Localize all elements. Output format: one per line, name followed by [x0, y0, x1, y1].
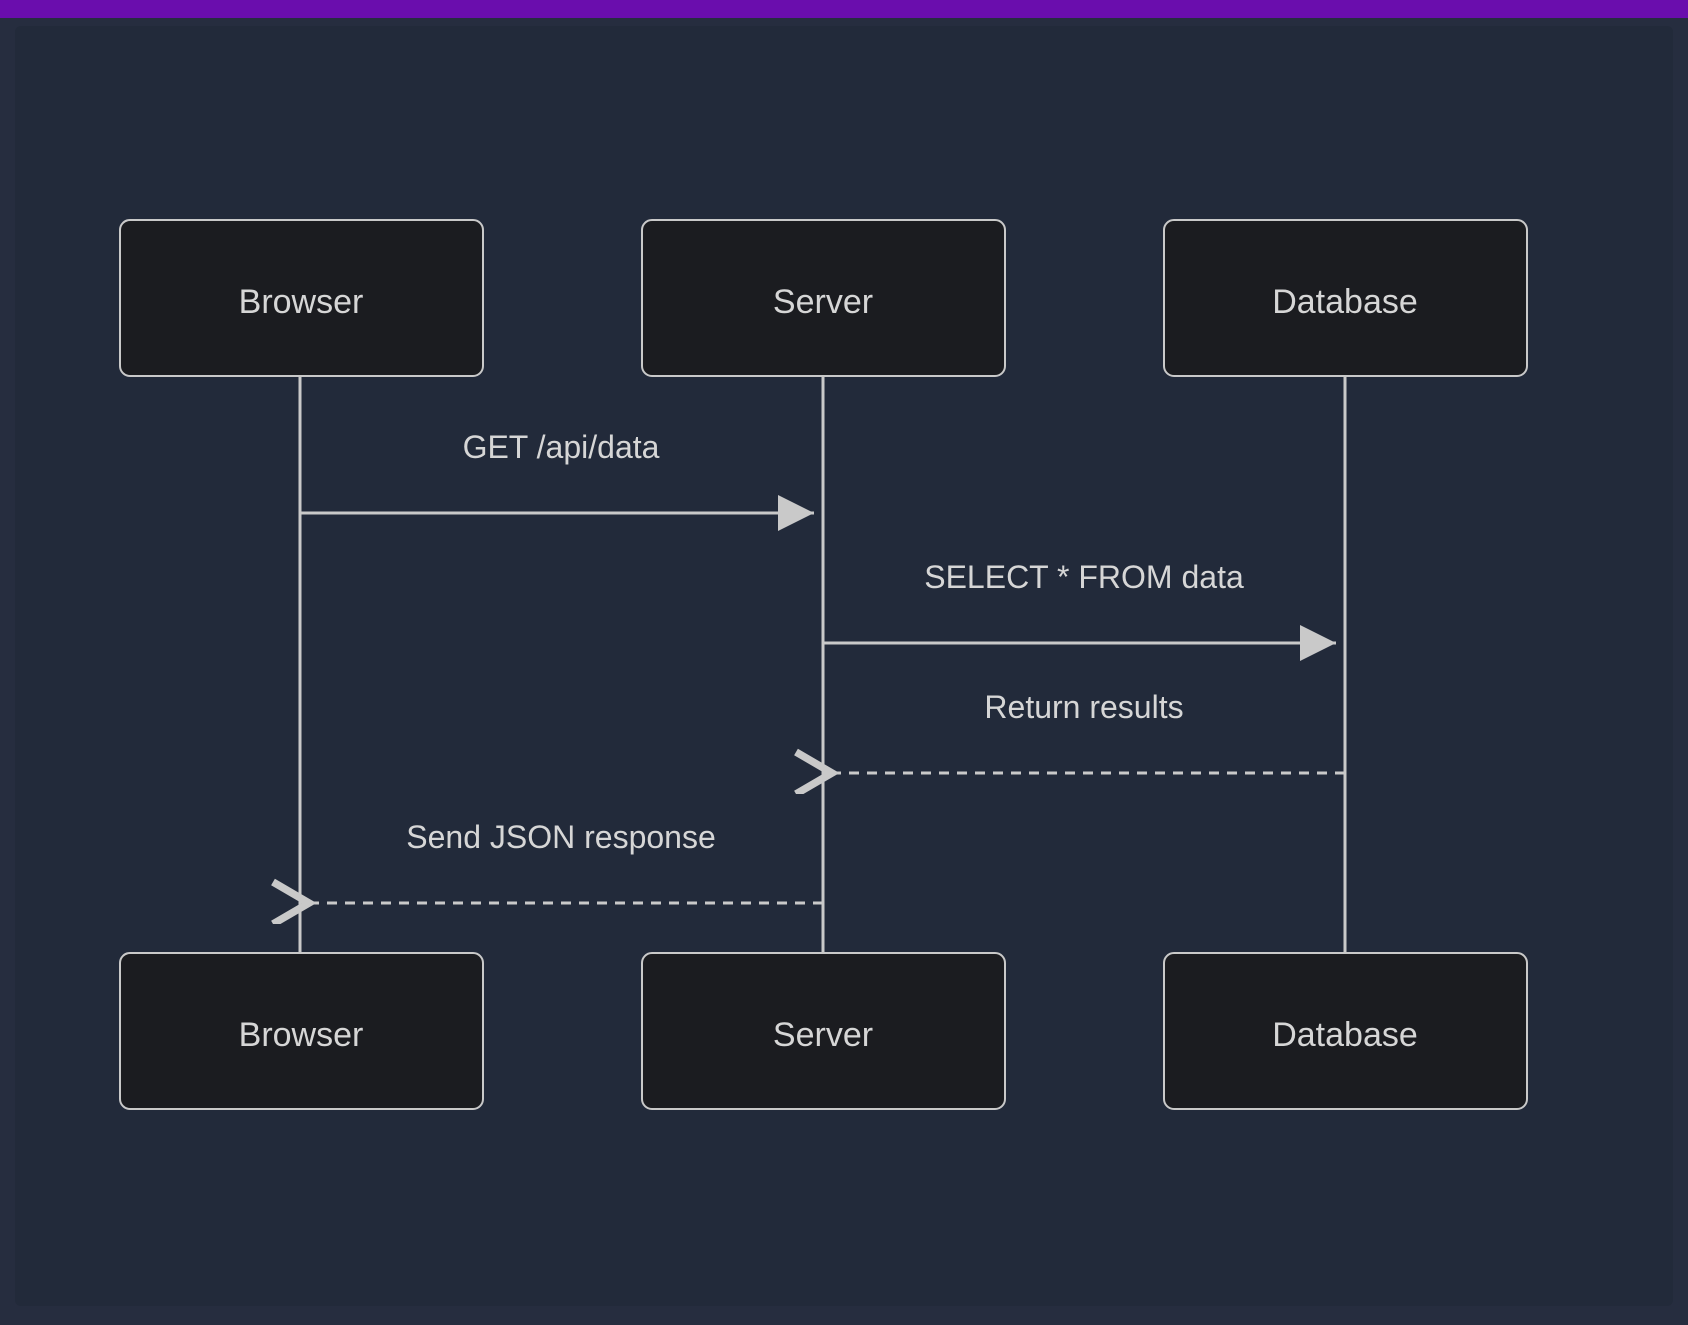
actor-label-browser-top: Browser	[239, 283, 364, 321]
diagram-canvas: Browser Server Database Browser Server D…	[0, 18, 1688, 1325]
actor-label-server-top: Server	[773, 283, 873, 321]
actor-label-database-bottom: Database	[1272, 1016, 1418, 1054]
actor-label-database-top: Database	[1272, 283, 1418, 321]
message-label-1: GET /api/data	[463, 429, 660, 465]
message-label-4: Send JSON response	[406, 819, 716, 855]
message-label-3: Return results	[984, 689, 1183, 725]
sequence-diagram: Browser Server Database Browser Server D…	[0, 18, 1688, 1325]
actor-label-browser-bottom: Browser	[239, 1016, 364, 1054]
actor-label-server-bottom: Server	[773, 1016, 873, 1054]
top-accent-bar	[0, 0, 1688, 18]
message-label-2: SELECT * FROM data	[924, 559, 1244, 595]
